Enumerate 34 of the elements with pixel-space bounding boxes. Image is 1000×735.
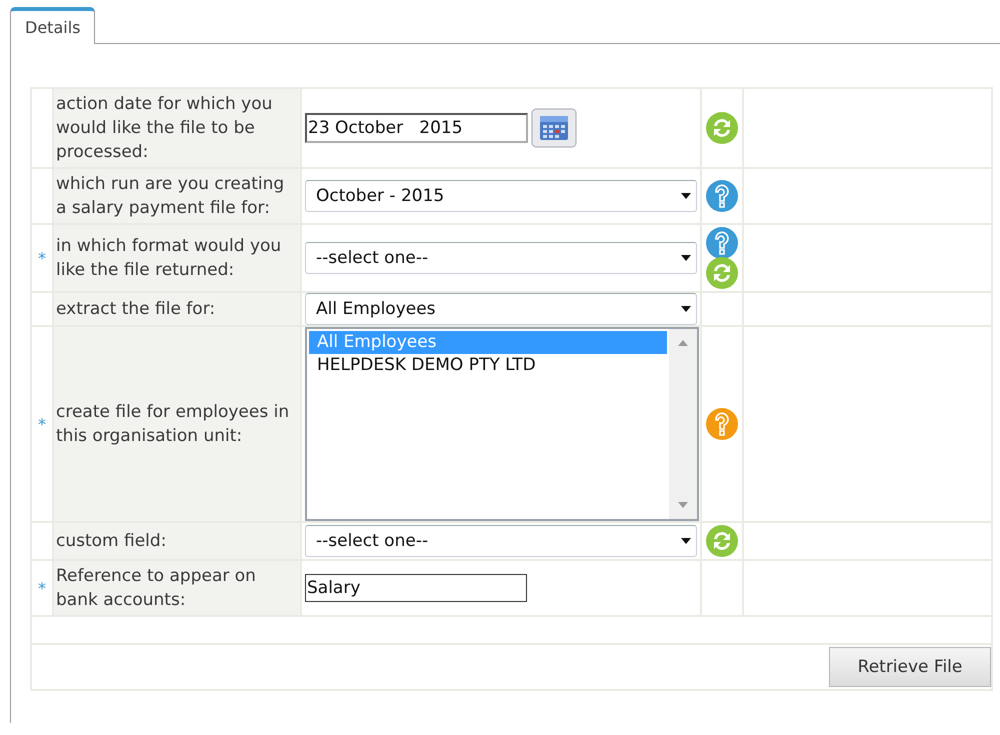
refresh-icon[interactable]: [705, 111, 739, 145]
scroll-down-icon[interactable]: [677, 501, 689, 509]
field-label: extract the file for:: [56, 299, 216, 319]
field-label: which run are you creating a salary payment file for:: [56, 174, 284, 218]
calendar-icon[interactable]: [531, 108, 577, 148]
help-icon[interactable]: [705, 179, 739, 213]
dropdown[interactable]: --select one--: [305, 242, 697, 274]
caret-icon: [680, 254, 692, 262]
date-field[interactable]: 23 October 2015: [305, 113, 528, 143]
required-mark: *: [38, 578, 46, 598]
help-icon[interactable]: [705, 407, 739, 441]
field-label: action date for which you would like the file to be processed:: [56, 94, 272, 162]
field-label: Reference to appear on bank accounts:: [56, 566, 256, 610]
list-box[interactable]: All Employees HELPDESK DEMO PTY LTD: [305, 327, 699, 521]
retrieve-file-button[interactable]: Retrieve File: [829, 647, 991, 687]
help-icon[interactable]: [705, 226, 739, 260]
details-tab[interactable]: Details: [10, 7, 96, 44]
dropdown[interactable]: All Employees: [305, 293, 697, 325]
scrollbar[interactable]: [669, 329, 697, 519]
caret-icon: [680, 305, 692, 313]
refresh-icon[interactable]: [705, 256, 739, 290]
scroll-up-icon[interactable]: [677, 339, 689, 347]
dropdown[interactable]: --select one--: [305, 525, 697, 557]
caret-icon: [680, 192, 692, 200]
required-mark: *: [38, 414, 46, 434]
field-label: in which format would you like the file returned:: [56, 236, 282, 280]
dropdown[interactable]: October - 2015: [305, 180, 697, 212]
field-label: custom field:: [56, 531, 166, 551]
refresh-icon[interactable]: [705, 524, 739, 558]
reference-field[interactable]: Salary: [305, 574, 527, 602]
required-mark: *: [38, 248, 46, 268]
caret-icon: [680, 537, 692, 545]
list-option[interactable]: HELPDESK DEMO PTY LTD: [309, 354, 667, 377]
field-label: create file for employees in this organisation unit:: [56, 402, 290, 446]
